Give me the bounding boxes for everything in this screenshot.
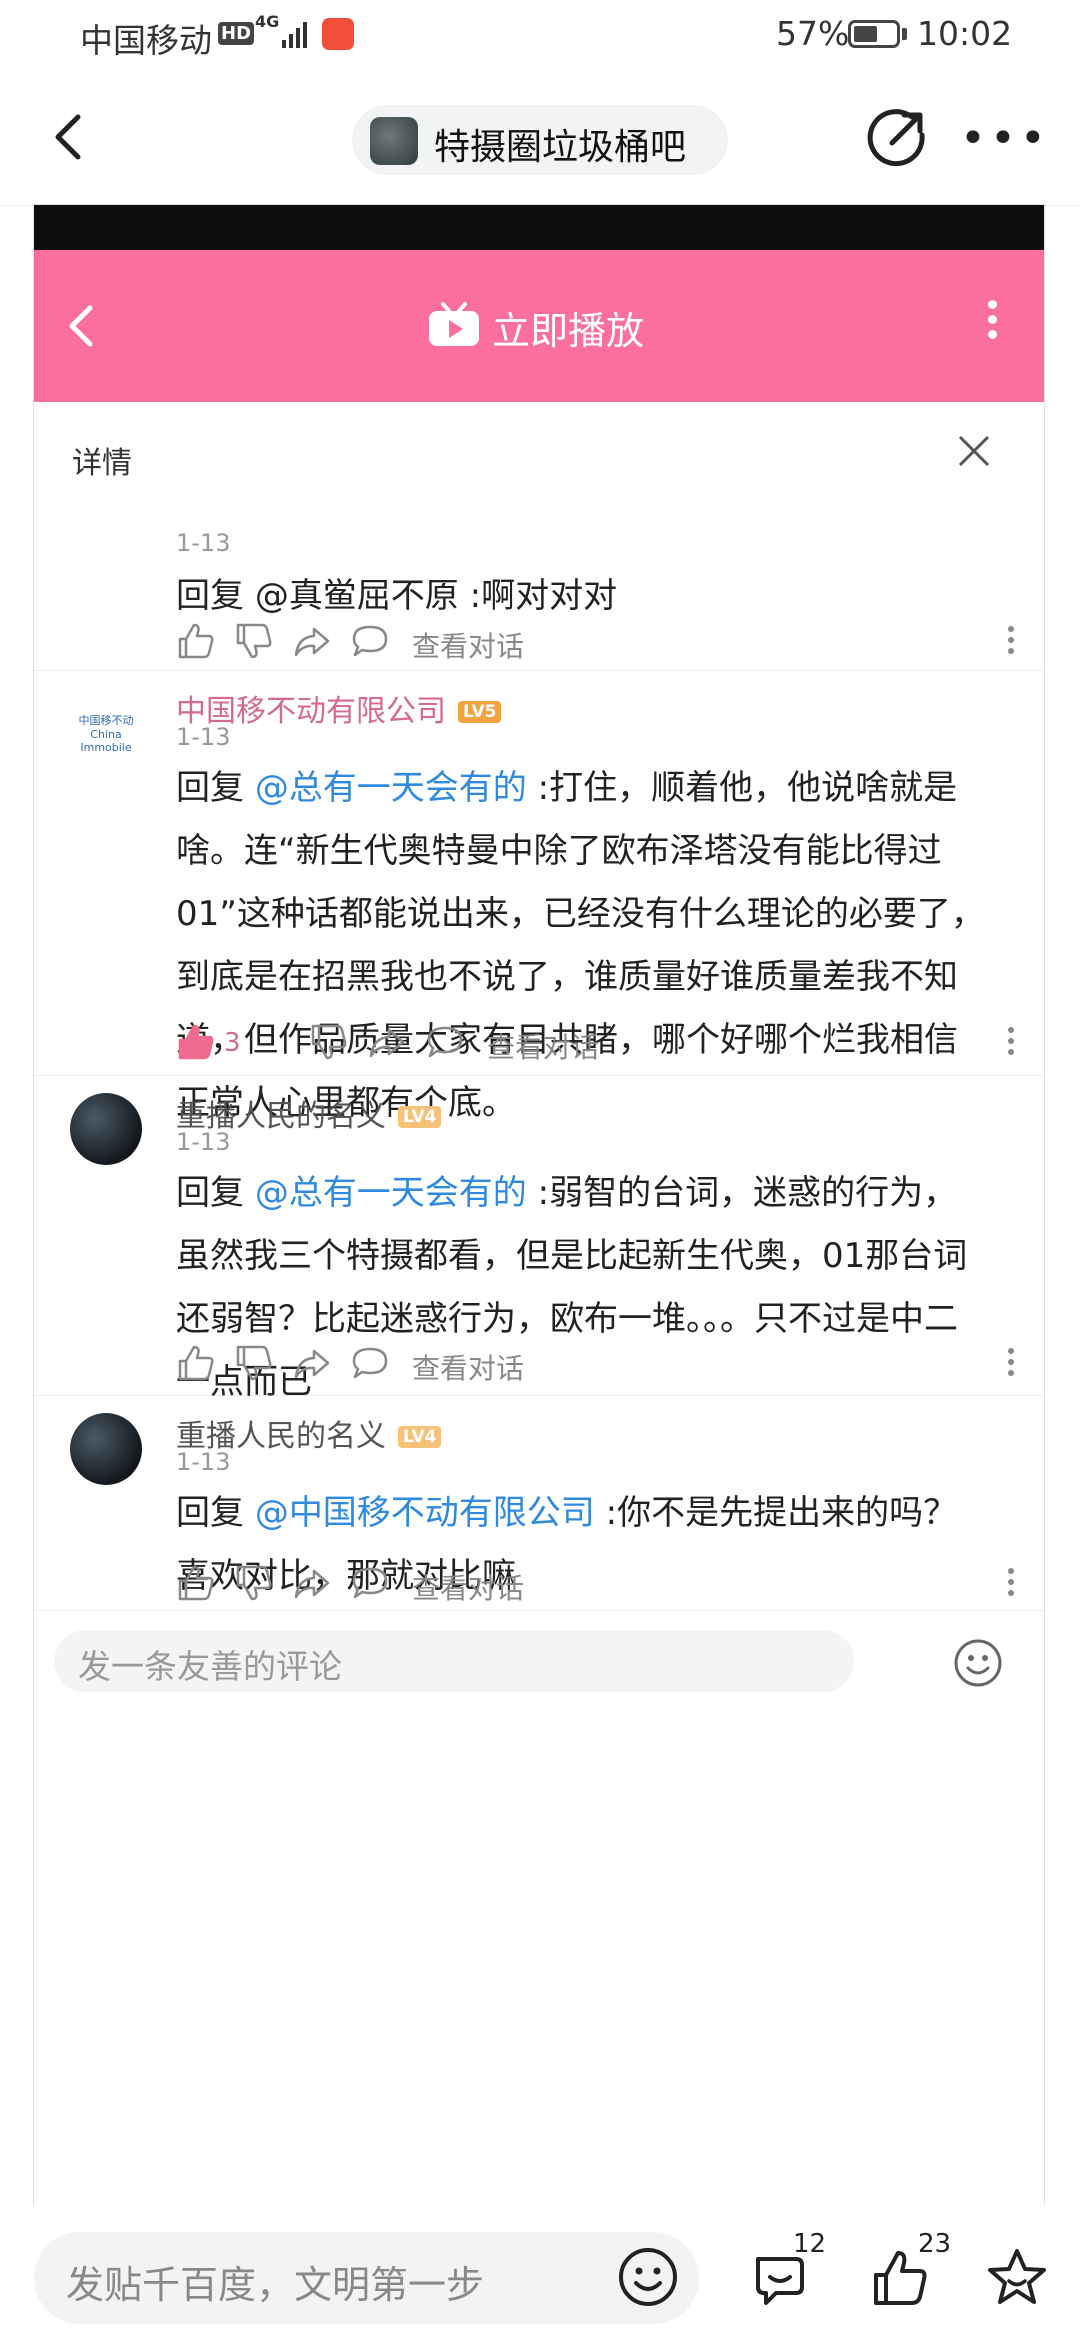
comment-actions: 查看对话	[176, 621, 1016, 665]
battery-percent: 57%	[776, 14, 850, 53]
embedded-screenshot: 立即播放 详情 1-13 回复 @真鲎屈不原 :啊对对对 查看对话 中国移不动 …	[34, 205, 1044, 2205]
battery-tip	[902, 28, 907, 40]
comment-actions: 3 查看对话	[176, 1022, 1016, 1066]
reply-bubble-icon[interactable]	[350, 1343, 390, 1383]
level-badge: LV4	[398, 1106, 442, 1128]
comment-item: 中国移不动 China Immobile 中国移不动有限公司 LV5 1-13 回…	[34, 670, 1044, 1123]
view-conversation-link[interactable]: 查看对话	[487, 1026, 599, 1066]
thumb-down-icon[interactable]	[234, 1563, 274, 1603]
comment-item: 重播人民的名义 LV4 1-13 回复 @中国移不动有限公司 :你不是先提出来的吗…	[34, 1395, 1044, 1611]
back-arrow-icon[interactable]	[40, 107, 100, 167]
reply-bubble-icon[interactable]	[350, 1563, 390, 1603]
favorite-star-icon[interactable]	[984, 2245, 1050, 2311]
comment-text: :打住，顺着他，他说啥就是啥。连“新生代奥特曼中除了欧布泽塔没有能比得过01”这…	[176, 768, 985, 1123]
reply-bubble-icon[interactable]	[425, 1022, 465, 1062]
forum-avatar	[370, 117, 418, 165]
carrier-label: 中国移动	[80, 21, 212, 60]
comment-date: 1-13	[176, 529, 231, 557]
thumb-up-icon[interactable]	[176, 621, 216, 661]
clock: 10:02	[917, 14, 1013, 53]
reply-prefix: 回复	[176, 1173, 255, 1213]
thumb-down-icon[interactable]	[234, 621, 274, 661]
view-conversation-link[interactable]: 查看对话	[412, 625, 524, 665]
reply-bubble-icon[interactable]	[350, 621, 390, 661]
close-icon[interactable]	[954, 431, 994, 471]
embedded-comment-input[interactable]: 发一条友善的评论	[54, 1630, 854, 1692]
post-input[interactable]: 发贴千百度，文明第一步	[34, 2232, 699, 2324]
like-count: 23	[918, 2229, 952, 2259]
network-type: 4G	[255, 12, 280, 31]
comment-more-icon[interactable]	[1006, 1343, 1016, 1387]
reply-mention[interactable]: @真鲎屈不原	[255, 576, 459, 616]
share-arrow-icon[interactable]	[292, 1343, 332, 1383]
level-badge: LV4	[398, 1426, 442, 1448]
more-options-icon[interactable]: •••	[960, 113, 1046, 164]
comment-more-icon[interactable]	[1006, 621, 1016, 665]
user-avatar[interactable]	[70, 1413, 142, 1485]
comment-actions: 查看对话	[176, 1563, 1016, 1607]
comment-body: 回复 @真鲎屈不原 :啊对对对	[176, 565, 986, 628]
reply-mention[interactable]: @中国移不动有限公司	[255, 1493, 595, 1533]
embedded-more-icon[interactable]	[982, 294, 1002, 354]
comment-more-icon[interactable]	[1006, 1563, 1016, 1607]
thumb-down-icon[interactable]	[234, 1343, 274, 1383]
reply-prefix: 回复	[176, 1493, 255, 1533]
avatar-logo-text: 中国移不动 China Immobile	[78, 714, 134, 754]
play-now-label[interactable]: 立即播放	[492, 300, 644, 355]
notification-app-icon	[322, 18, 354, 50]
thumb-down-icon[interactable]	[309, 1022, 349, 1062]
view-conversation-link[interactable]: 查看对话	[412, 1567, 524, 1607]
comment-actions: 查看对话	[176, 1343, 1016, 1387]
thumb-up-icon[interactable]	[176, 1343, 216, 1383]
comment-date: 1-13	[176, 723, 231, 751]
reply-prefix: 回复	[176, 768, 255, 808]
embedded-comment-placeholder: 发一条友善的评论	[78, 1647, 342, 1686]
share-arrow-icon[interactable]	[292, 1563, 332, 1603]
top-nav: 特摄圈垃圾桶吧 •••	[0, 75, 1080, 206]
embedded-header: 立即播放	[34, 250, 1044, 402]
level-badge: LV5	[458, 701, 502, 723]
comment-item: 1-13 回复 @真鲎屈不原 :啊对对对 查看对话	[34, 475, 1044, 671]
share-arrow-icon[interactable]	[367, 1022, 407, 1062]
embedded-back-icon[interactable]	[62, 298, 102, 354]
thumb-up-icon[interactable]	[176, 1022, 216, 1062]
comment-text: :啊对对对	[458, 576, 618, 616]
comment-more-icon[interactable]	[1006, 1022, 1016, 1066]
share-arrow-icon[interactable]	[292, 621, 332, 661]
thumb-up-icon[interactable]	[176, 1563, 216, 1603]
emoji-icon[interactable]	[616, 2245, 680, 2309]
comment-date: 1-13	[176, 1448, 231, 1476]
share-icon[interactable]	[866, 105, 930, 169]
comment-date: 1-13	[176, 1128, 231, 1156]
signal-icon	[282, 22, 307, 48]
post-input-placeholder: 发贴千百度，文明第一步	[66, 2263, 485, 2307]
bottom-bar: 发贴千百度，文明第一步 12 23	[0, 2205, 1080, 2340]
view-conversation-link[interactable]: 查看对话	[412, 1347, 524, 1387]
user-avatar[interactable]: 中国移不动 China Immobile	[70, 688, 142, 760]
status-bar: 中国移动 HD 4G 57% 10:02	[0, 0, 1080, 75]
forum-name: 特摄圈垃圾桶吧	[434, 127, 687, 168]
reply-prefix: 回复	[176, 576, 255, 616]
like-count: 3	[224, 1028, 241, 1058]
comment-count: 12	[793, 2229, 827, 2259]
comment-item: 重播人民的名义 LV4 1-13 回复 @总有一天会有的 :弱智的台词，迷惑的行为…	[34, 1075, 1044, 1402]
forum-title-pill[interactable]: 特摄圈垃圾桶吧	[352, 105, 728, 175]
embedded-status-bar	[34, 205, 1044, 250]
reply-mention[interactable]: @总有一天会有的	[255, 1173, 527, 1213]
reply-mention[interactable]: @总有一天会有的	[255, 768, 527, 808]
user-avatar[interactable]	[70, 1093, 142, 1165]
tv-play-icon[interactable]	[427, 302, 481, 348]
hd-badge: HD	[218, 22, 255, 45]
battery-icon	[848, 20, 900, 48]
embedded-emoji-icon[interactable]	[952, 1637, 1004, 1689]
